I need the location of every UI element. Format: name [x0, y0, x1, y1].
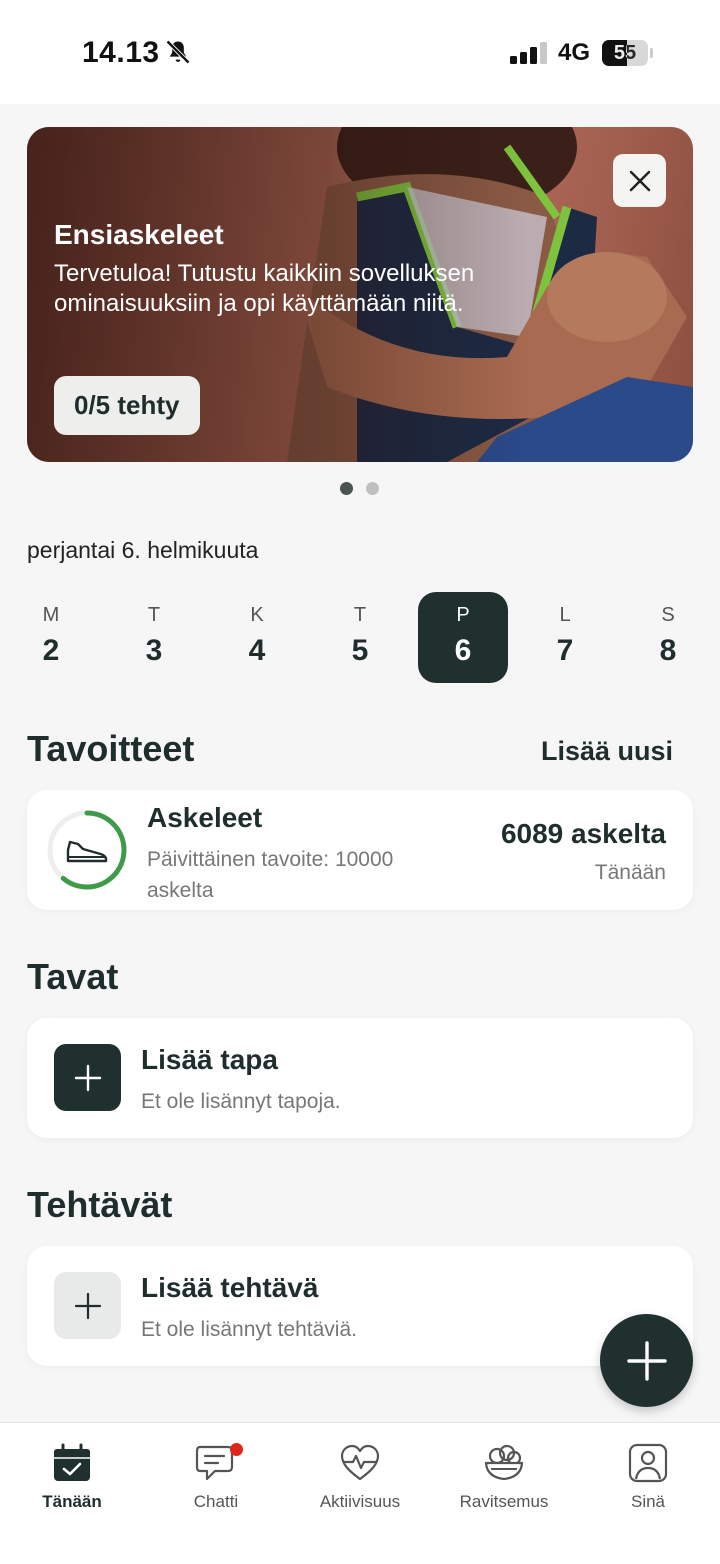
progress-ring	[47, 810, 127, 890]
close-banner-button[interactable]	[613, 154, 666, 207]
battery-level: 55	[613, 42, 637, 64]
add-task-title: Lisää tehtävä	[141, 1272, 319, 1303]
day-letter: P	[456, 604, 470, 626]
add-habit-title: Lisää tapa	[141, 1044, 278, 1075]
salad-bowl-icon	[484, 1444, 524, 1481]
banner-title: Ensiaskeleet	[54, 219, 224, 250]
day-letter: S	[661, 604, 675, 626]
day-number: 5	[351, 634, 369, 667]
tab-label: Ravitsemus	[459, 1492, 549, 1511]
goals-title: Tavoitteet	[27, 728, 195, 769]
day-monday[interactable]: M 2	[6, 592, 96, 683]
carousel-dots[interactable]	[340, 482, 379, 495]
add-task-card[interactable]: Lisää tehtävä Et ole lisännyt tehtäviä.	[27, 1246, 693, 1366]
floating-add-button[interactable]	[600, 1314, 693, 1407]
onboarding-banner[interactable]: Ensiaskeleet Tervetuloa! Tutustu kaikkii…	[27, 127, 693, 462]
tab-activity[interactable]: Aktiivisuus	[288, 1423, 432, 1523]
progress-button[interactable]: 0/5 tehty	[54, 376, 200, 435]
day-letter: L	[559, 604, 571, 626]
profile-icon	[628, 1443, 668, 1483]
day-saturday[interactable]: L 7	[520, 592, 610, 683]
day-letter: T	[147, 604, 161, 626]
day-number: 3	[145, 634, 163, 667]
carousel-dot[interactable]	[366, 482, 379, 495]
day-sunday[interactable]: S 8	[623, 592, 713, 683]
day-number: 6	[454, 634, 472, 667]
goal-card-steps[interactable]: Askeleet Päivittäinen tavoite: 10000 ask…	[27, 790, 693, 910]
day-letter: K	[250, 604, 264, 626]
tab-profile[interactable]: Sinä	[576, 1423, 720, 1523]
goal-name: Askeleet	[147, 802, 263, 833]
tab-today[interactable]: Tänään	[0, 1423, 144, 1523]
tab-chat[interactable]: Chatti	[144, 1423, 288, 1523]
banner-text: Tervetuloa! Tutustu kaikkiin sovelluksen…	[54, 260, 475, 317]
tasks-empty-text: Et ole lisännyt tehtäviä.	[141, 1318, 357, 1341]
tab-label: Aktiivisuus	[319, 1492, 401, 1511]
tab-label: Sinä	[630, 1492, 666, 1511]
add-goal-link[interactable]: Lisää uusi	[541, 736, 673, 767]
goal-period: Tänään	[594, 861, 666, 884]
battery-icon: 55	[602, 40, 648, 66]
silent-bell-icon	[166, 40, 190, 64]
day-friday-selected[interactable]: P 6	[418, 592, 508, 683]
plus-icon	[74, 1292, 101, 1319]
tab-label: Tänään	[42, 1492, 102, 1511]
habits-empty-text: Et ole lisännyt tapoja.	[141, 1090, 341, 1113]
calendar-check-icon	[54, 1443, 90, 1481]
day-number: 7	[556, 634, 574, 667]
add-habit-button[interactable]	[54, 1044, 121, 1111]
status-time: 14.13	[82, 36, 160, 69]
add-task-button[interactable]	[54, 1272, 121, 1339]
plus-icon	[626, 1340, 667, 1381]
week-strip: M 2 T 3 K 4 T 5 P 6 L 7 S 8	[0, 592, 720, 684]
chat-unread-badge	[230, 1443, 243, 1456]
carousel-dot[interactable]	[340, 482, 353, 495]
day-letter: M	[42, 604, 60, 626]
plus-icon	[74, 1064, 101, 1091]
day-thursday[interactable]: T 5	[315, 592, 405, 683]
close-icon	[629, 170, 650, 191]
habits-title: Tavat	[27, 956, 119, 997]
tab-nutrition[interactable]: Ravitsemus	[432, 1423, 576, 1523]
tasks-title: Tehtävät	[27, 1184, 173, 1225]
goal-value: 6089 askelta	[500, 818, 666, 849]
status-bar: 14.13 4G 55	[0, 0, 720, 104]
bottom-tab-bar: Tänään Chatti Aktiivisuus Ravitsemus Sin…	[0, 1422, 720, 1564]
tab-label: Chatti	[193, 1492, 239, 1511]
day-number: 2	[42, 634, 60, 667]
day-number: 8	[659, 634, 677, 667]
signal-icon	[510, 42, 547, 64]
network-type: 4G	[558, 39, 591, 66]
shoe-icon	[66, 840, 108, 863]
day-wednesday[interactable]: K 4	[212, 592, 302, 683]
day-number: 4	[248, 634, 266, 667]
date-label: perjantai 6. helmikuuta	[27, 537, 259, 563]
battery-tip	[650, 48, 653, 58]
day-tuesday[interactable]: T 3	[109, 592, 199, 683]
goal-description: Päivittäinen tavoite: 10000 askelta	[147, 848, 394, 902]
heart-pulse-icon	[340, 1444, 380, 1481]
day-letter: T	[353, 604, 367, 626]
add-habit-card[interactable]: Lisää tapa Et ole lisännyt tapoja.	[27, 1018, 693, 1138]
